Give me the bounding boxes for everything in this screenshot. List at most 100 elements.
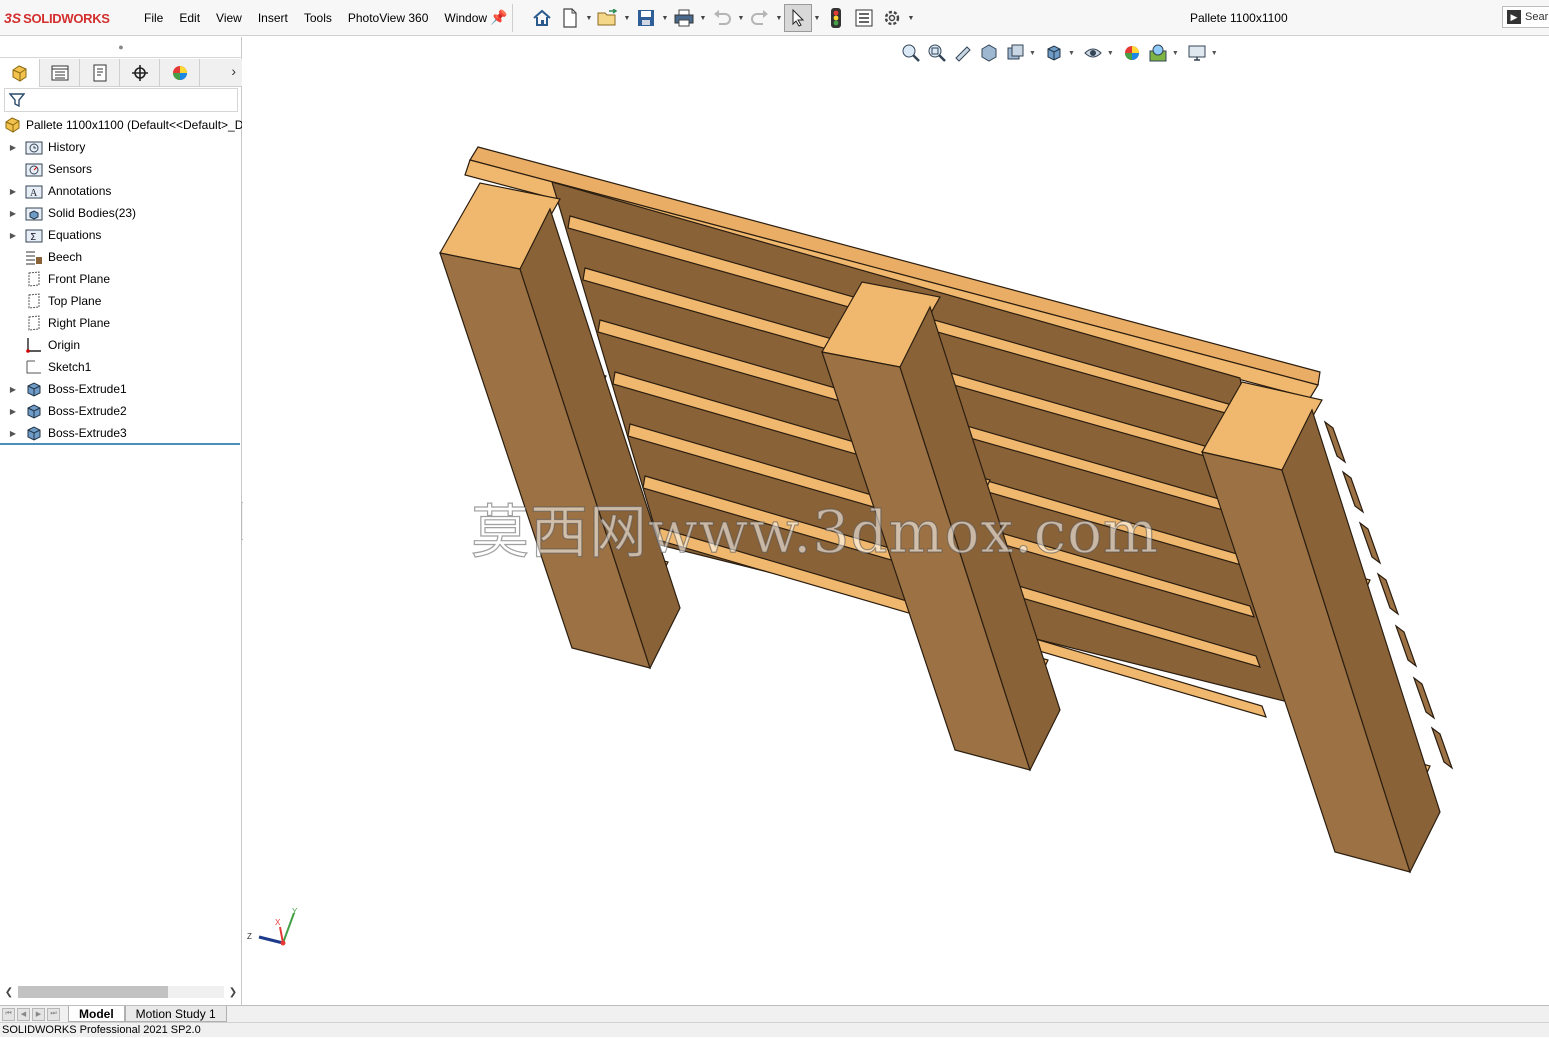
tab-dimxpert-manager[interactable] <box>120 59 160 87</box>
search-commands-box[interactable]: ▶ Sear <box>1502 6 1549 28</box>
view-orientation-dropdown[interactable]: ▼ <box>1068 50 1075 57</box>
tab-property-manager[interactable] <box>40 59 80 87</box>
expand-arrow-icon[interactable]: ▶ <box>6 385 20 394</box>
home-icon[interactable] <box>528 4 556 32</box>
search-command-icon: ▶ <box>1507 10 1521 24</box>
tab-configuration-manager[interactable] <box>80 59 120 87</box>
prev-tab-icon[interactable]: ◀ <box>17 1007 30 1021</box>
tree-root-part[interactable]: Pallete 1100x1100 (Default<<Default>_D <box>0 114 242 136</box>
tree-horizontal-scrollbar[interactable]: ❮ ❯ <box>0 984 242 1000</box>
tree-item-label: Solid Bodies(23) <box>48 206 137 220</box>
dynamic-annotation-icon[interactable] <box>1003 41 1027 65</box>
tree-item-front-plane[interactable]: Front Plane <box>0 268 242 290</box>
triad-z-label: Z <box>247 932 252 941</box>
print-dropdown[interactable]: ▼ <box>698 4 708 32</box>
scroll-right-icon[interactable]: ❯ <box>224 987 242 998</box>
panel-grip[interactable]: ● <box>0 37 242 58</box>
pin-menu-icon[interactable]: 📌 <box>490 9 507 26</box>
tree-item-history[interactable]: ▶ History <box>0 136 242 158</box>
tree-item-sensors[interactable]: Sensors <box>0 158 242 180</box>
document-tabs-bar: ⏮ ◀ ▶ ⏭ Model Motion Study 1 <box>0 1005 1549 1022</box>
dynamic-annotation-dropdown[interactable]: ▼ <box>1029 50 1036 57</box>
previous-view-icon[interactable] <box>951 41 975 65</box>
svg-text:Σ: Σ <box>30 232 36 243</box>
view-settings-icon[interactable] <box>1185 41 1209 65</box>
print-icon[interactable] <box>670 4 698 32</box>
display-style-dropdown[interactable]: ▼ <box>1107 50 1114 57</box>
tree-root-label: Pallete 1100x1100 (Default<<Default>_D <box>26 118 242 132</box>
tree-item-right-plane[interactable]: Right Plane <box>0 312 242 334</box>
file-properties-icon[interactable] <box>850 4 878 32</box>
view-settings-dropdown[interactable]: ▼ <box>1211 50 1218 57</box>
expand-arrow-icon[interactable]: ▶ <box>6 231 20 240</box>
new-dropdown[interactable]: ▼ <box>584 4 594 32</box>
apply-scene-dropdown[interactable]: ▼ <box>1172 50 1179 57</box>
save-icon[interactable] <box>632 4 660 32</box>
undo-icon[interactable] <box>708 4 736 32</box>
manager-tabs: › <box>0 59 242 87</box>
standard-toolbar: ▼ ▼ ▼ ▼ ▼ ▼ ▼ ▼ <box>528 4 916 32</box>
tree-item-annotations[interactable]: ▶ A Annotations <box>0 180 242 202</box>
chevron-right-icon[interactable]: › <box>231 63 236 79</box>
expand-arrow-icon[interactable]: ▶ <box>6 407 20 416</box>
save-dropdown[interactable]: ▼ <box>660 4 670 32</box>
menu-tools[interactable]: Tools <box>296 0 340 36</box>
tab-motion-study[interactable]: Motion Study 1 <box>124 1006 227 1022</box>
select-dropdown[interactable]: ▼ <box>812 4 822 32</box>
next-tab-icon[interactable]: ▶ <box>32 1007 45 1021</box>
menu-window[interactable]: Window <box>436 0 495 36</box>
open-dropdown[interactable]: ▼ <box>622 4 632 32</box>
tab-display-manager[interactable] <box>160 59 200 87</box>
tree-item-equations[interactable]: ▶ Σ Equations <box>0 224 242 246</box>
new-document-icon[interactable] <box>556 4 584 32</box>
redo-dropdown[interactable]: ▼ <box>774 4 784 32</box>
tree-item-beech[interactable]: Beech <box>0 246 242 268</box>
rollback-bar[interactable] <box>0 443 240 445</box>
menu-edit[interactable]: Edit <box>171 0 208 36</box>
edit-appearance-icon[interactable] <box>1120 41 1144 65</box>
tree-item-label: Boss-Extrude3 <box>48 426 127 440</box>
tab-model[interactable]: Model <box>68 1006 125 1022</box>
expand-arrow-icon[interactable]: ▶ <box>6 429 20 438</box>
view-orientation-icon[interactable] <box>1042 41 1066 65</box>
rebuild-icon[interactable] <box>822 4 850 32</box>
apply-scene-icon[interactable] <box>1146 41 1170 65</box>
menu-photoview[interactable]: PhotoView 360 <box>340 0 437 36</box>
select-icon[interactable] <box>784 4 812 32</box>
tree-item-label: Sensors <box>48 162 93 176</box>
tree-item-boss-extrude3[interactable]: ▶ Boss-Extrude3 <box>0 422 242 444</box>
display-style-icon[interactable] <box>1081 41 1105 65</box>
options-dropdown[interactable]: ▼ <box>906 4 916 32</box>
graphics-area[interactable]: ▼ ▼ ▼ ▼ ▼ 莫西网www.3dmox.com Y X Z <box>243 37 1549 1005</box>
tree-item-sketch1[interactable]: Sketch1 <box>0 356 242 378</box>
redo-icon[interactable] <box>746 4 774 32</box>
tree-item-top-plane[interactable]: Top Plane <box>0 290 242 312</box>
options-icon[interactable] <box>878 4 906 32</box>
solidworks-logo[interactable]: 3S SOLIDWORKS <box>4 7 110 29</box>
menu-file[interactable]: File <box>136 0 171 36</box>
last-tab-icon[interactable]: ⏭ <box>47 1007 60 1021</box>
undo-dropdown[interactable]: ▼ <box>736 4 746 32</box>
expand-arrow-icon[interactable]: ▶ <box>6 209 20 218</box>
tree-item-label: Annotations <box>48 184 112 198</box>
zoom-to-fit-icon[interactable] <box>899 41 923 65</box>
expand-arrow-icon[interactable]: ▶ <box>6 187 20 196</box>
tree-filter-input[interactable] <box>4 88 238 112</box>
menu-view[interactable]: View <box>208 0 250 36</box>
scroll-left-icon[interactable]: ❮ <box>0 987 18 998</box>
sensors-folder-icon <box>24 160 44 178</box>
open-icon[interactable] <box>594 4 622 32</box>
scroll-track[interactable] <box>18 986 224 998</box>
menu-insert[interactable]: Insert <box>250 0 296 36</box>
heads-up-view-toolbar: ▼ ▼ ▼ ▼ ▼ <box>899 41 1224 65</box>
tab-feature-manager[interactable] <box>0 59 40 87</box>
tree-item-boss-extrude2[interactable]: ▶ Boss-Extrude2 <box>0 400 242 422</box>
section-view-icon[interactable] <box>977 41 1001 65</box>
tree-item-solid-bodies-23[interactable]: ▶ Solid Bodies(23) <box>0 202 242 224</box>
expand-arrow-icon[interactable]: ▶ <box>6 143 20 152</box>
tree-item-boss-extrude1[interactable]: ▶ Boss-Extrude1 <box>0 378 242 400</box>
first-tab-icon[interactable]: ⏮ <box>2 1007 15 1021</box>
zoom-to-area-icon[interactable] <box>925 41 949 65</box>
scroll-thumb[interactable] <box>18 986 168 998</box>
tree-item-origin[interactable]: Origin <box>0 334 242 356</box>
